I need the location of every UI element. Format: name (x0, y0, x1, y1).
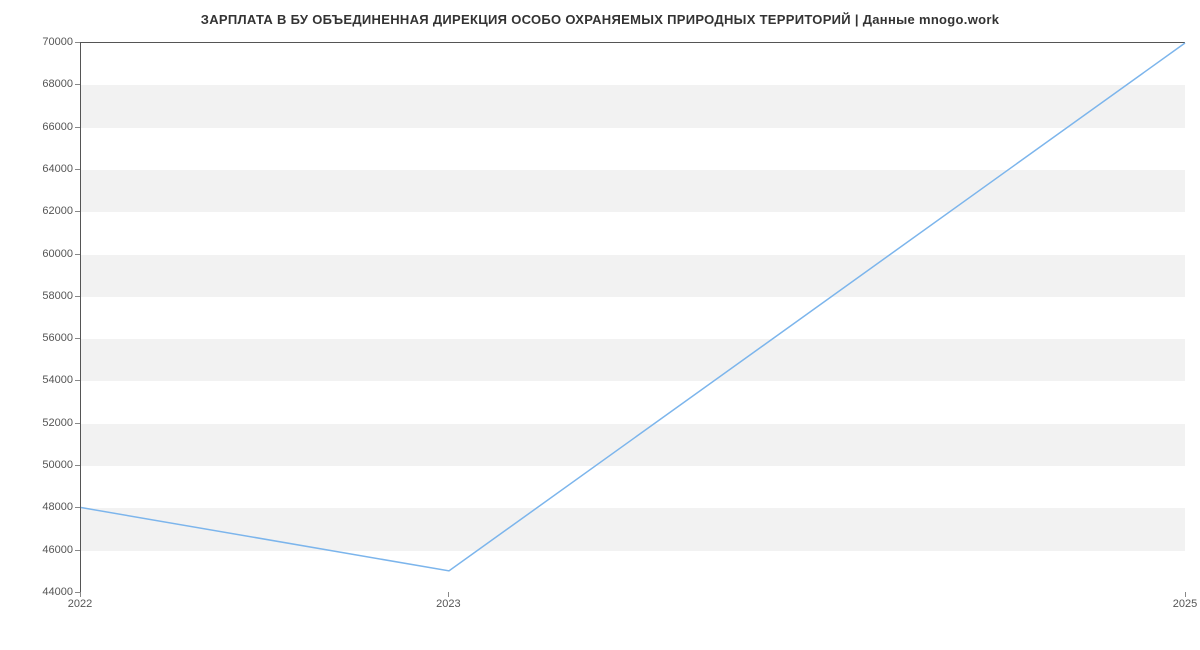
y-tick-label: 48000 (13, 501, 73, 513)
y-tick-label: 58000 (13, 290, 73, 302)
y-tick-label: 70000 (13, 36, 73, 48)
y-tick-label: 54000 (13, 374, 73, 386)
y-tick-label: 52000 (13, 417, 73, 429)
chart-container: 4400046000480005000052000540005600058000… (80, 42, 1185, 592)
y-tick-mark (75, 296, 80, 297)
y-tick-mark (75, 507, 80, 508)
x-tick-mark (1185, 592, 1186, 597)
line-chart-svg (81, 43, 1185, 592)
y-tick-label: 66000 (13, 121, 73, 133)
y-tick-mark (75, 211, 80, 212)
chart-title: ЗАРПЛАТА В БУ ОБЪЕДИНЕННАЯ ДИРЕКЦИЯ ОСОБ… (0, 0, 1200, 27)
y-tick-mark (75, 380, 80, 381)
x-tick-mark (80, 592, 81, 597)
y-tick-mark (75, 169, 80, 170)
y-tick-label: 64000 (13, 163, 73, 175)
y-tick-label: 46000 (13, 544, 73, 556)
y-tick-mark (75, 550, 80, 551)
y-tick-mark (75, 465, 80, 466)
y-tick-mark (75, 423, 80, 424)
y-tick-mark (75, 84, 80, 85)
x-tick-label: 2023 (436, 598, 460, 610)
plot-area (80, 42, 1185, 592)
y-tick-mark (75, 127, 80, 128)
y-tick-label: 50000 (13, 459, 73, 471)
y-tick-mark (75, 338, 80, 339)
y-tick-label: 60000 (13, 248, 73, 260)
x-tick-mark (448, 592, 449, 597)
y-tick-mark (75, 42, 80, 43)
y-tick-label: 68000 (13, 78, 73, 90)
x-tick-label: 2022 (68, 598, 92, 610)
y-tick-mark (75, 254, 80, 255)
y-tick-label: 62000 (13, 205, 73, 217)
y-tick-label: 44000 (13, 586, 73, 598)
x-tick-label: 2025 (1173, 598, 1197, 610)
y-tick-label: 56000 (13, 332, 73, 344)
data-line (81, 43, 1185, 571)
